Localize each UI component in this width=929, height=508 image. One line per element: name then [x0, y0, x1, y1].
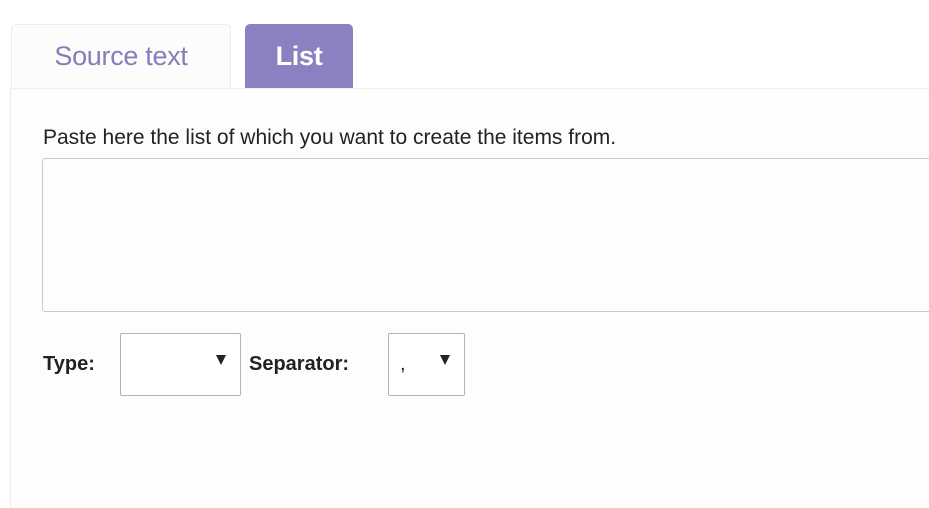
tab-bar: Source text List — [0, 0, 929, 88]
tab-source-text-label: Source text — [54, 41, 188, 71]
chevron-down-icon — [216, 355, 226, 365]
chevron-down-icon — [440, 355, 450, 365]
tab-list-label: List — [275, 40, 323, 71]
separator-select[interactable]: , — [388, 333, 465, 396]
tab-list[interactable]: List — [245, 24, 353, 88]
separator-label: Separator: — [249, 353, 350, 375]
type-label: Type: — [43, 353, 95, 375]
tab-source-text[interactable]: Source text — [11, 24, 231, 88]
list-instructions: Paste here the list of which you want to… — [43, 126, 617, 149]
type-select[interactable] — [120, 333, 241, 396]
separator-select-value: , — [400, 353, 406, 375]
list-panel: Paste here the list of which you want to… — [10, 88, 929, 508]
list-input[interactable] — [42, 158, 929, 312]
